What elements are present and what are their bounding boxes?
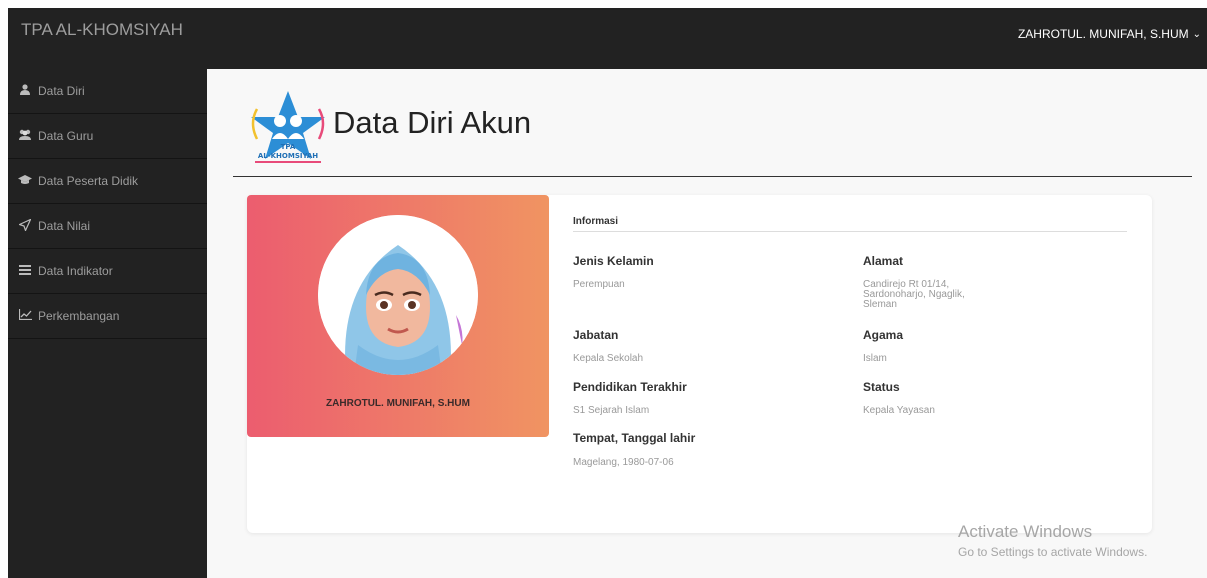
school-logo: TPA AL-KHOMSIYAH <box>243 87 333 169</box>
divider <box>233 176 1192 177</box>
avatar <box>318 215 478 375</box>
sidebar-item-data-diri[interactable]: Data Diri <box>8 69 207 114</box>
value-alamat: Candirejo Rt 01/14, Sardonoharjo, Ngagli… <box>863 280 965 310</box>
sidebar: Data Diri Data Guru Data Peserta Didik D… <box>8 69 207 578</box>
watermark-subtitle: Go to Settings to activate Windows. <box>958 545 1148 559</box>
graduation-cap-icon <box>18 174 32 188</box>
value-jenis-kelamin: Perempuan <box>573 279 625 290</box>
sidebar-item-data-nilai[interactable]: Data Nilai <box>8 204 207 249</box>
info-heading: Informasi <box>573 216 619 227</box>
chevron-down-icon: ⌄ <box>1192 28 1201 40</box>
watermark-title: Activate Windows <box>958 522 1093 541</box>
sidebar-item-label: Perkembangan <box>38 309 120 323</box>
value-jabatan: Kepala Sekolah <box>573 353 644 364</box>
label-status: Status <box>863 380 900 394</box>
top-navbar: TPA AL-KHOMSIYAH ZAHROTUL. MUNIFAH, S.HU… <box>8 8 1207 69</box>
main-content: TPA AL-KHOMSIYAH Data Diri Akun ZAHROTUL… <box>207 69 1207 578</box>
users-icon <box>18 129 32 143</box>
sidebar-item-label: Data Nilai <box>38 219 91 233</box>
label-ttl: Tempat, Tanggal lahir <box>573 431 696 445</box>
value-agama: Islam <box>863 353 887 364</box>
brand-title[interactable]: TPA AL-KHOMSIYAH <box>21 20 183 40</box>
profile-card: ZAHROTUL. MUNIFAH, S.HUM Informasi Jenis… <box>247 195 1152 533</box>
sidebar-item-perkembangan[interactable]: Perkembangan <box>8 294 207 339</box>
label-alamat: Alamat <box>863 254 904 268</box>
label-agama: Agama <box>863 328 904 342</box>
label-jenis-kelamin: Jenis Kelamin <box>573 254 654 268</box>
value-pendidikan: S1 Sejarah Islam <box>573 405 650 416</box>
value-ttl: Magelang, 1980-07-06 <box>573 457 674 468</box>
sidebar-item-label: Data Peserta Didik <box>38 174 139 188</box>
page-title: Data Diri Akun <box>333 105 532 140</box>
sidebar-item-label: Data Guru <box>38 129 94 143</box>
sidebar-item-label: Data Indikator <box>38 264 113 278</box>
svg-text:TPA: TPA <box>281 143 296 151</box>
user-menu[interactable]: ZAHROTUL. MUNIFAH, S.HUM ⌄ <box>1018 27 1201 41</box>
sidebar-item-data-indikator[interactable]: Data Indikator <box>8 249 207 294</box>
list-icon <box>18 264 32 278</box>
profile-banner: ZAHROTUL. MUNIFAH, S.HUM <box>247 195 549 437</box>
info-divider <box>573 231 1127 232</box>
windows-activation-watermark: Activate Windows Go to Settings to activ… <box>958 522 1147 559</box>
paper-plane-icon <box>17 217 32 234</box>
value-alamat-line: Sleman <box>863 299 897 310</box>
sidebar-item-data-guru[interactable]: Data Guru <box>8 114 207 159</box>
sidebar-item-label: Data Diri <box>38 84 85 98</box>
value-status: Kepala Yayasan <box>863 405 935 416</box>
svg-text:AL-KHOMSIYAH: AL-KHOMSIYAH <box>258 152 318 160</box>
user-icon <box>18 84 32 98</box>
sidebar-item-data-peserta-didik[interactable]: Data Peserta Didik <box>8 159 207 204</box>
user-name: ZAHROTUL. MUNIFAH, S.HUM <box>1017 27 1189 41</box>
profile-name: ZAHROTUL. MUNIFAH, S.HUM <box>326 398 470 409</box>
label-pendidikan: Pendidikan Terakhir <box>573 380 687 394</box>
chart-line-icon <box>18 309 32 323</box>
label-jabatan: Jabatan <box>573 328 619 342</box>
